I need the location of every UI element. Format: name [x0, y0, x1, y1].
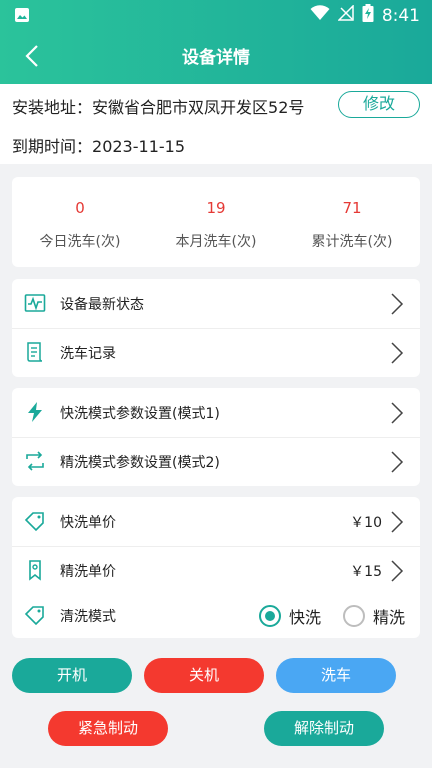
fine-price-value: ￥15 [350, 563, 382, 580]
power-on-button[interactable]: 开机 [12, 658, 132, 693]
quick-price-row[interactable]: 快洗单价 ￥10 [12, 497, 420, 546]
emergency-brake-button[interactable]: 紧急制动 [48, 711, 168, 746]
stat-month-label: 本月洗车(次) [175, 234, 257, 250]
power-off-button[interactable]: 关机 [144, 658, 264, 693]
expiry-value: 2023-11-15 [92, 137, 185, 156]
menu-card-status: 设备最新状态 洗车记录 [12, 279, 420, 377]
radio-fine-wash[interactable]: 精洗 [343, 591, 405, 640]
menu-card-modes: 快洗模式参数设置(模式1) 精洗模式参数设置(模式2) [12, 388, 420, 486]
gallery-icon [14, 7, 30, 27]
stat-today-label: 今日洗车(次) [39, 234, 121, 250]
expiry-label: 到期时间： [12, 137, 93, 156]
radio-quick-wash[interactable]: 快洗 [259, 591, 321, 640]
radio-unchecked-icon [343, 604, 365, 627]
chevron-right-icon [391, 342, 404, 364]
fine-price-row[interactable]: 精洗单价 ￥15 [12, 546, 420, 595]
stat-month: 19 本月洗车(次) [148, 177, 284, 267]
radio-label: 精洗 [373, 607, 406, 627]
quick-price-value: ￥10 [350, 514, 382, 531]
document-icon [27, 342, 43, 362]
price-tag-icon [24, 512, 44, 532]
pulse-icon [24, 294, 46, 312]
chevron-right-icon [391, 402, 404, 424]
menu-item-label: 洗车记录 [60, 345, 116, 362]
menu-item-wash-records[interactable]: 洗车记录 [12, 328, 420, 377]
chevron-right-icon [391, 293, 404, 315]
chevron-right-icon [391, 560, 404, 582]
fine-price-label: 精洗单价 [60, 563, 116, 580]
cycle-icon [26, 451, 44, 471]
signal-icon [337, 4, 354, 26]
device-info: 安装地址：安徽省合肥市双凤开发区52号 修改 到期时间：2023-11-15 [0, 84, 432, 164]
wash-mode-row: 清洗模式 快洗 精洗 [12, 591, 420, 640]
title-bar: 设备详情 [0, 30, 432, 84]
wash-mode-label: 清洗模式 [60, 608, 116, 625]
pricing-card: 快洗单价 ￥10 精洗单价 ￥15 清洗模式 快洗 精洗 [12, 497, 420, 638]
edit-address-button[interactable]: 修改 [338, 91, 420, 118]
stat-today: 0 今日洗车(次) [12, 177, 148, 267]
wash-button[interactable]: 洗车 [276, 658, 396, 693]
stat-month-value: 19 [206, 199, 226, 217]
chevron-right-icon [391, 511, 404, 533]
chevron-right-icon [391, 451, 404, 473]
status-bar: 8:41 [0, 0, 432, 30]
clock-time: 8:41 [381, 5, 420, 26]
battery-icon [362, 4, 374, 27]
expiry-row: 到期时间：2023-11-15 [12, 133, 185, 157]
stat-total: 71 累计洗车(次) [284, 177, 420, 267]
radio-checked-icon [259, 604, 281, 627]
radio-label: 快洗 [289, 607, 322, 627]
menu-item-quick-mode-settings[interactable]: 快洗模式参数设置(模式1) [12, 388, 420, 437]
stat-today-value: 0 [75, 199, 85, 217]
wash-stats-card: 0 今日洗车(次) 19 本月洗车(次) 71 累计洗车(次) [12, 177, 420, 267]
release-brake-button[interactable]: 解除制动 [264, 711, 384, 746]
menu-item-fine-mode-settings[interactable]: 精洗模式参数设置(模式2) [12, 437, 420, 486]
address-row: 安装地址：安徽省合肥市双凤开发区52号 [12, 94, 304, 118]
menu-item-label: 设备最新状态 [60, 296, 144, 313]
menu-item-label: 精洗模式参数设置(模式2) [60, 454, 220, 471]
address-label: 安装地址： [12, 98, 93, 117]
wifi-icon [310, 5, 330, 26]
menu-item-device-status[interactable]: 设备最新状态 [12, 279, 420, 328]
lightning-icon [28, 402, 42, 422]
header: 8:41 设备详情 [0, 0, 432, 84]
menu-item-label: 快洗模式参数设置(模式1) [60, 405, 220, 422]
stat-total-value: 71 [342, 199, 362, 217]
quick-price-label: 快洗单价 [60, 514, 116, 531]
address-value: 安徽省合肥市双凤开发区52号 [92, 98, 305, 117]
stat-total-label: 累计洗车(次) [311, 234, 393, 250]
price-tag-icon [24, 606, 44, 626]
page-title: 设备详情 [182, 48, 250, 68]
bookmark-tag-icon [29, 560, 41, 581]
